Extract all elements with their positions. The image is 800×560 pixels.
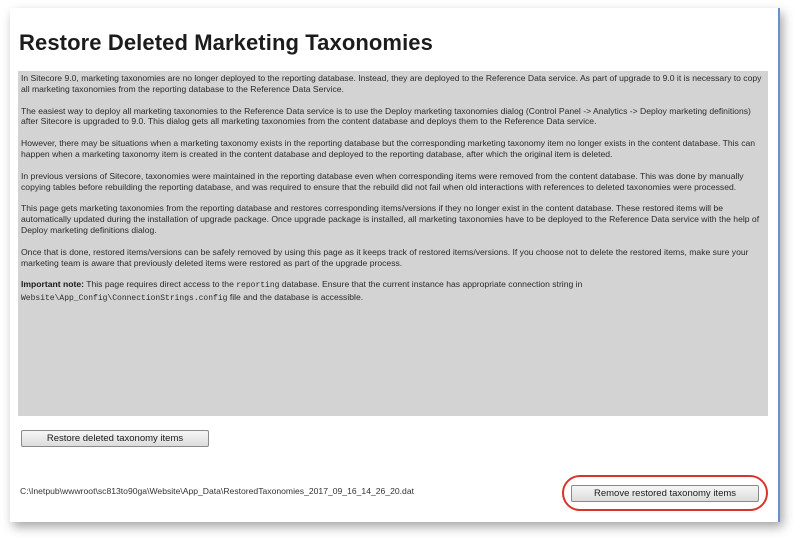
important-note-text-1: This page requires direct access to the <box>84 279 237 290</box>
restore-taxonomies-page: Restore Deleted Marketing Taxonomies In … <box>10 8 780 522</box>
info-paragraph-4: In previous versions of Sitecore, taxono… <box>21 170 744 192</box>
important-note-text-3: file and the database is accessible. <box>227 292 364 303</box>
info-paragraph-2: The easiest way to deploy all marketing … <box>21 105 751 127</box>
reporting-db-code: reporting <box>236 281 280 291</box>
info-paragraph-3: However, there may be situations when a … <box>21 138 756 159</box>
important-note-label: Important note: <box>21 279 85 290</box>
restored-items-file-path: C:\Inetpub\wwwroot\sc813to90ga\Website\A… <box>20 486 414 496</box>
connection-strings-path-code: Website\App_Config\ConnectionStrings.con… <box>21 294 228 304</box>
important-note: Important note: This page requires direc… <box>21 279 765 305</box>
restore-taxonomy-items-button[interactable]: Restore deleted taxonomy items <box>21 430 209 447</box>
info-paragraph-5: This page gets marketing taxonomies from… <box>21 203 760 235</box>
screenshot-frame: Restore Deleted Marketing Taxonomies In … <box>0 0 800 560</box>
important-note-text-2: database. Ensure that the current instan… <box>279 279 583 290</box>
info-paragraph-6: Once that is done, restored items/versio… <box>21 246 749 268</box>
page-title: Restore Deleted Marketing Taxonomies <box>19 30 433 55</box>
info-paragraph-1: In Sitecore 9.0, marketing taxonomies ar… <box>21 73 762 94</box>
info-panel: In Sitecore 9.0, marketing taxonomies ar… <box>18 71 768 416</box>
remove-restored-taxonomy-items-button[interactable]: Remove restored taxonomy items <box>571 485 759 502</box>
